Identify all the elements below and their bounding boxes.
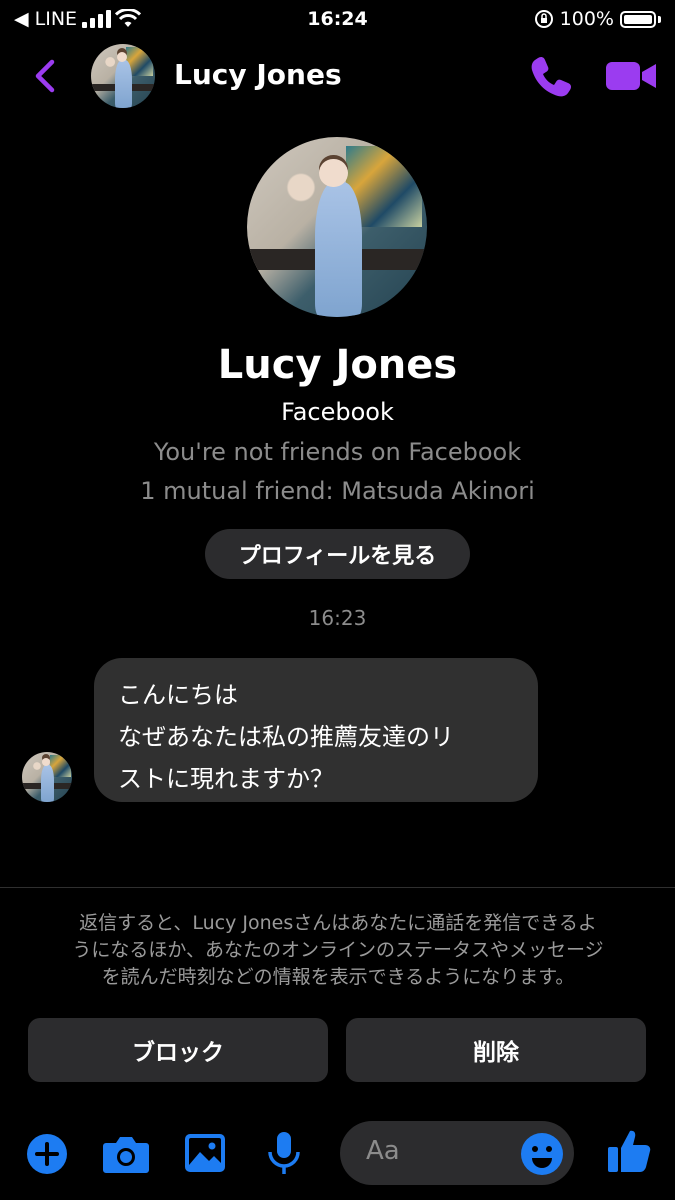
header-contact-name[interactable]: Lucy Jones [174,58,342,91]
message-line: ストに現れますか？ [118,765,334,793]
message-line: こんにちは [118,681,238,709]
request-notice: 返信すると、Lucy Jonesさんはあなたに通話を発信できるよ うになるほか、… [28,910,648,991]
mutual-friends: 1 mutual friend: Matsuda Akinori [140,477,535,505]
phone-icon[interactable] [528,52,576,100]
header-avatar[interactable] [91,44,155,108]
delete-button[interactable]: 削除 [346,1018,646,1082]
battery-icon [620,10,656,28]
status-right: 100% [534,8,661,30]
friend-status: You're not friends on Facebook [153,438,522,466]
notice-line: を読んだ時刻などの情報を表示できるようになります。 [101,966,575,988]
message-input-placeholder: Aa [366,1136,400,1166]
back-chevron-icon[interactable] [26,56,66,96]
notice-line: うになるほか、あなたのオンラインのステータスやメッセージ [72,939,604,961]
profile-name: Lucy Jones [217,342,458,388]
message-bubble[interactable]: こんにちは なぜあなたは私の推薦友達のリ ストに現れますか？ [94,658,538,802]
video-icon[interactable] [604,56,658,96]
profile-avatar[interactable] [247,137,427,317]
sender-avatar[interactable] [22,752,72,802]
thumbs-up-icon[interactable] [606,1128,652,1174]
profile-source: Facebook [281,398,394,426]
divider [0,887,675,888]
battery-percent: 100% [559,8,614,30]
lock-rotation-icon [534,10,553,28]
view-profile-button[interactable]: プロフィールを見る [205,529,470,579]
emoji-icon[interactable] [520,1132,564,1176]
notice-line: 返信すると、Lucy Jonesさんはあなたに通話を発信できるよ [79,912,597,934]
image-icon[interactable] [184,1133,226,1173]
camera-icon[interactable] [102,1133,150,1175]
microphone-icon[interactable] [266,1130,302,1176]
chat-header: Lucy Jones [0,38,675,118]
block-button[interactable]: ブロック [28,1018,328,1082]
plus-icon[interactable] [26,1133,68,1175]
battery-tip [658,15,661,23]
message-timestamp: 16:23 [308,606,367,630]
message-line: なぜあなたは私の推薦友達のリ [118,723,454,751]
status-bar: ◀ LINE 16:24 100% [0,0,675,38]
